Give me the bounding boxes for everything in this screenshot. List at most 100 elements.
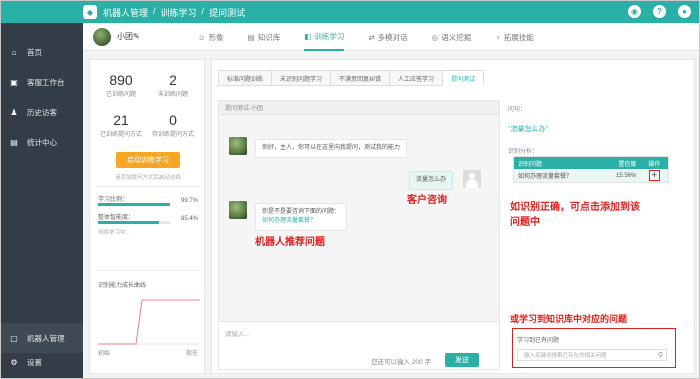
sidebar: ⌂ 首页 ▣ 客服工作台 ♟ 历史访客 ▤ 统计中心 ▢ 机器人管理 ⚙ 设置 [1, 23, 83, 378]
sidebar-item-label: 设置 [27, 357, 42, 367]
search-icon[interactable]: ⚲ [658, 351, 663, 359]
sidebar-item-label: 统计中心 [27, 137, 57, 147]
table-row: 如何办理流量套餐？ 15.56% + [514, 169, 668, 182]
bulb-icon: ♀ [495, 32, 501, 42]
suggestion-intro: 你是不是要咨询下面的问题： [262, 209, 341, 215]
sidebar-item-home[interactable]: ⌂ 首页 [1, 37, 83, 67]
robot-subbar: 小团✎ ☺ 形象 ▤ 知识库 ◧ 训练学习 ⇄ 多模对话 ◎ 语义挖掘 ♀ 拓展技能 [83, 23, 699, 51]
tab-label: 多模对话 [377, 32, 408, 42]
learn-ratio-fill [98, 203, 170, 206]
subtab-test[interactable]: 提问测试 [442, 70, 485, 86]
existing-question-search[interactable]: 输入关键词搜索已存在的相关问题 ⚲ [517, 349, 667, 361]
workbench-icon: ▣ [10, 77, 18, 87]
learn-ratio-label: 学习比例： [98, 197, 129, 203]
training-icon: ◧ [304, 31, 312, 41]
learn-ratio-value: 99.7% [180, 198, 198, 204]
action-cell: + [640, 170, 668, 181]
training-hint: 请添加提问方式后启动训练 [114, 175, 181, 181]
tab-skills[interactable]: ♀ 拓展技能 [495, 23, 534, 51]
module-tabs: ☺ 形象 ▤ 知识库 ◧ 训练学习 ⇄ 多模对话 ◎ 语义挖掘 ♀ 拓展技能 [198, 23, 558, 51]
send-button[interactable]: 发送 [445, 353, 479, 367]
sidebar-item-settings[interactable]: ⚙ 设置 [1, 347, 83, 377]
help-icon[interactable]: ? [653, 5, 666, 18]
confidence-value: 15.56% [616, 172, 637, 179]
breadcrumb-training[interactable]: 训练学习 [161, 6, 197, 19]
stat-value: 0 [169, 112, 177, 128]
sidebar-item-stats[interactable]: ▤ 统计中心 [1, 127, 83, 157]
search-placeholder: 输入关键词搜索已存在的相关问题 [524, 353, 607, 359]
annotation-learn: 或学习到知识库中对应的问题 [510, 314, 628, 324]
maturity-label: 整体智能度： [98, 215, 135, 221]
subtab-unrecognized[interactable]: 未识别问题学习 [271, 70, 332, 86]
tab-label: 语义挖掘 [441, 32, 472, 42]
tab-knowledge[interactable]: ▤ 知识库 [248, 23, 281, 51]
stat-label: 已训练提问方式 [99, 132, 142, 138]
gear-icon: ⚙ [10, 357, 18, 367]
divider [96, 270, 200, 271]
tab-training[interactable]: ◧ 训练学习 [304, 23, 345, 51]
annotation-customer: 客户咨询 [407, 195, 447, 206]
face-icon: ☺ [198, 32, 206, 42]
message-list[interactable]: 你好，主人，你可以在这里向我提问，测试我的能力 流量怎么办 客户咨询 你是不是要… [219, 115, 499, 321]
add-icon[interactable]: + [648, 170, 660, 181]
stat-untrained-ways: 0 待训练提问方式 [148, 112, 198, 138]
learning-status: 持续学习中... [98, 230, 131, 236]
growth-curve-title: 识别能力成长曲线 [98, 283, 147, 289]
home-icon: ⌂ [11, 47, 17, 57]
start-training-button[interactable]: 启动训练学习 [116, 152, 180, 168]
breadcrumb-robot-mgmt[interactable]: 机器人管理 [103, 6, 148, 19]
stat-untrained-questions: 2 未训练问题 [148, 72, 198, 98]
sidebar-item-label: 历史访客 [27, 107, 57, 117]
user-avatar-icon [463, 170, 481, 188]
annotation-line: 问题中 [510, 217, 540, 228]
suggested-question-link[interactable]: 如何办理流量套餐？ [262, 217, 340, 226]
stat-trained-ways: 21 已训练提问方式 [96, 112, 146, 138]
col-confidence: 置信度 [618, 161, 637, 168]
subtab-standard[interactable]: 标准问题训练 [218, 70, 273, 86]
training-stats-panel: 890 已训练问题 2 未训练问题 21 已训练提问方式 0 待训练提问方式 启动训练学… [89, 59, 205, 374]
maturity-bar [98, 221, 170, 224]
learn-existing-label: 学习到已有问题 [517, 338, 560, 344]
question-label: 问句： [508, 107, 527, 113]
tab-label: 训练学习 [314, 31, 345, 41]
tab-dialogue[interactable]: ⇄ 多模对话 [368, 23, 407, 51]
recognized-question: 如何办理流量套餐？ [518, 174, 573, 180]
robot-icon: ▢ [10, 333, 18, 343]
sidebar-item-history[interactable]: ♟ 历史访客 [1, 97, 83, 127]
chat-input-area: 请输入... 您还可以输入 200 字 发送 [219, 321, 499, 369]
tab-semantic[interactable]: ◎ 语义挖掘 [432, 23, 472, 51]
recognition-table: 识别问题 置信度 操作 如何办理流量套餐？ 15.56% + [513, 156, 669, 183]
subtab-manual[interactable]: 人工应答学习 [389, 70, 444, 86]
user-icon[interactable]: ● [678, 5, 691, 18]
maturity-fill [98, 221, 160, 224]
sidebar-item-workbench[interactable]: ▣ 客服工作台 [1, 67, 83, 97]
target-icon: ◎ [431, 32, 439, 42]
learn-ratio-bar [98, 203, 170, 206]
axis-end-label: 现在 [185, 351, 198, 357]
sidebar-item-label: 首页 [27, 47, 42, 57]
breadcrumb: 机器人管理 / 训练学习 / 提问测试 [103, 6, 245, 19]
training-subtabs: 标准问题训练 未识别问题学习 不满意回复纠错 人工应答学习 提问测试 [218, 70, 485, 86]
robot-icon[interactable]: ◉ [628, 5, 641, 18]
stat-value: 890 [109, 72, 133, 88]
maturity-value: 85.4% [180, 216, 198, 222]
breadcrumb-test: 提问测试 [209, 7, 246, 18]
divider [96, 186, 200, 187]
bot-suggestion-message: 你是不是要咨询下面的问题： 如何办理流量套餐？ [255, 203, 348, 231]
analysis-label: 识别分析： [508, 149, 539, 155]
chat-input[interactable]: 请输入... [225, 328, 250, 338]
stats-icon: ▤ [10, 137, 18, 147]
training-main-panel: 标准问题训练 未识别问题学习 不满意回复纠错 人工应答学习 提问测试 提问测试-… [211, 59, 695, 374]
stat-label: 待训练提问方式 [151, 132, 194, 138]
content-area: 890 已训练问题 2 未训练问题 21 已训练提问方式 0 待训练提问方式 启动训练学… [83, 51, 699, 378]
breadcrumb-sep: / [153, 5, 156, 16]
book-icon: ▤ [247, 32, 255, 42]
subtab-correction[interactable]: 不满意回复纠错 [330, 70, 391, 86]
axis-start-label: 初始 [98, 351, 111, 357]
bot-name[interactable]: 小团✎ [117, 31, 140, 42]
tab-avatar[interactable]: ☺ 形象 [198, 23, 224, 51]
bot-greeting-message: 你好，主人，你可以在这里向我提问，测试我的能力 [255, 139, 408, 158]
breadcrumb-sep: / [201, 5, 205, 16]
growth-curve-chart [98, 299, 200, 345]
bot-avatar [229, 201, 247, 219]
